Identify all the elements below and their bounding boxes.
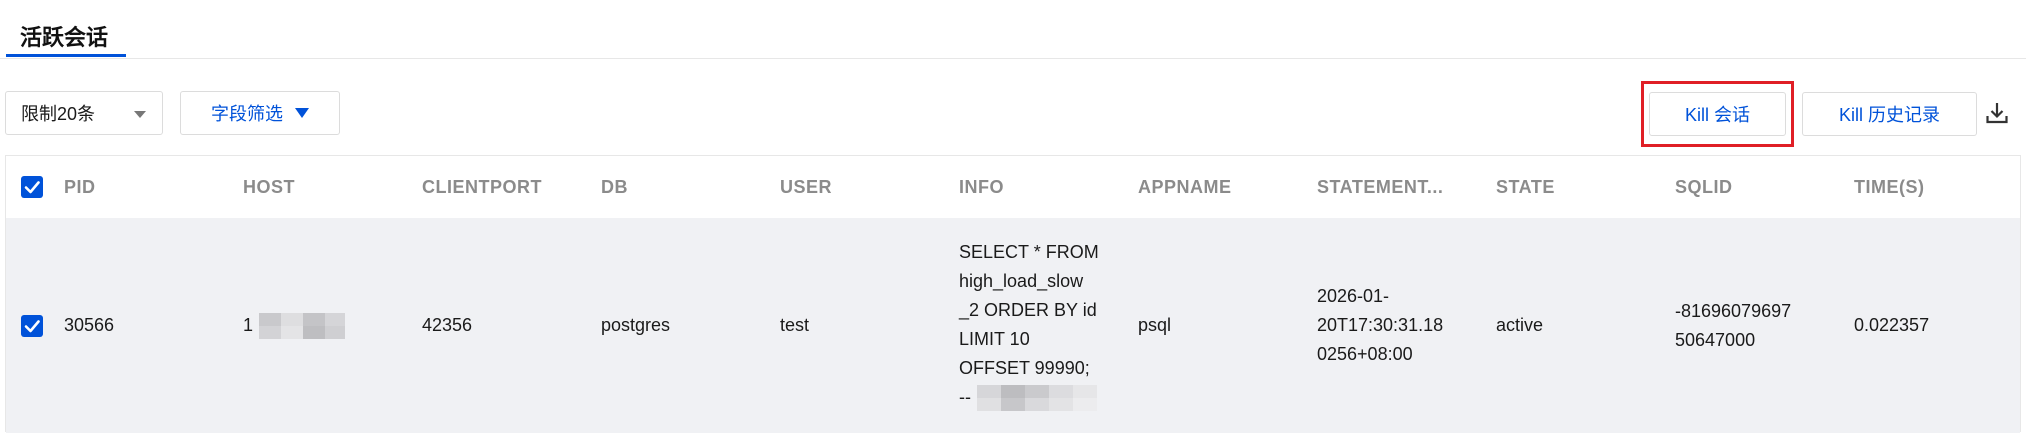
cell-info-tail: -- bbox=[959, 383, 1097, 412]
kill-history-button[interactable]: Kill 历史记录 bbox=[1802, 92, 1977, 136]
column-header-user[interactable]: USER bbox=[780, 156, 832, 218]
cell-time: 0.022357 bbox=[1854, 315, 1930, 335]
redacted-info-mosaic bbox=[977, 384, 1097, 411]
download-icon[interactable] bbox=[1984, 100, 2010, 126]
cell-info-tail-prefix: -- bbox=[959, 387, 971, 407]
cell-pid: 30566 bbox=[64, 315, 115, 335]
kill-session-button[interactable]: Kill 会话 bbox=[1649, 92, 1786, 136]
column-header-db[interactable]: DB bbox=[601, 156, 628, 218]
cell-clientport: 42356 bbox=[422, 315, 473, 335]
field-filter-label: 字段筛选 bbox=[211, 104, 283, 124]
redacted-host-mosaic bbox=[259, 312, 346, 339]
caret-down-icon bbox=[295, 108, 309, 118]
limit-select-value: 限制20条 bbox=[21, 104, 96, 124]
column-header-state[interactable]: STATE bbox=[1496, 156, 1555, 218]
column-header-appname[interactable]: APPNAME bbox=[1138, 156, 1232, 218]
field-filter-button[interactable]: 字段筛选 bbox=[180, 91, 340, 135]
column-header-info[interactable]: INFO bbox=[959, 156, 1004, 218]
limit-select[interactable]: 限制20条 bbox=[5, 91, 163, 135]
cell-appname: psql bbox=[1138, 315, 1172, 335]
sessions-table: PID HOST CLIENTPORT DB USER INFO APPNAME… bbox=[5, 155, 2021, 433]
cell-state: active bbox=[1496, 315, 1544, 335]
column-header-statement[interactable]: STATEMENT... bbox=[1317, 156, 1443, 218]
column-header-clientport[interactable]: CLIENTPORT bbox=[422, 156, 542, 218]
table-header: PID HOST CLIENTPORT DB USER INFO APPNAME… bbox=[6, 156, 2020, 219]
cell-host: 1 bbox=[243, 218, 346, 433]
select-all-checkbox[interactable] bbox=[21, 176, 43, 198]
column-header-sqlid[interactable]: SQLID bbox=[1675, 156, 1733, 218]
cell-statement: 2026-01- 20T17:30:31.18 0256+08:00 bbox=[1317, 286, 1444, 364]
cell-info: SELECT * FROM high_load_slow _2 ORDER BY… bbox=[959, 238, 1099, 412]
column-header-pid[interactable]: PID bbox=[64, 156, 96, 218]
caret-down-icon bbox=[134, 111, 146, 118]
cell-host-prefix: 1 bbox=[243, 315, 254, 335]
tab-bar: 活跃会话 bbox=[0, 0, 2026, 59]
cell-db: postgres bbox=[601, 315, 671, 335]
row-checkbox[interactable] bbox=[21, 315, 43, 337]
check-icon bbox=[24, 181, 40, 194]
cell-sqlid: -81696079697 50647000 bbox=[1675, 300, 1792, 350]
cell-info-text: SELECT * FROM high_load_slow _2 ORDER BY… bbox=[959, 242, 1099, 378]
tab-active-sessions[interactable]: 活跃会话 bbox=[20, 20, 108, 52]
check-icon bbox=[24, 320, 40, 333]
cell-user: test bbox=[780, 315, 810, 335]
table-row[interactable]: 30566 1 42356 postgres test SELECT * FRO… bbox=[6, 218, 2020, 433]
column-header-time[interactable]: TIME(S) bbox=[1854, 156, 1925, 218]
column-header-host[interactable]: HOST bbox=[243, 156, 295, 218]
tab-active-indicator bbox=[6, 54, 126, 57]
